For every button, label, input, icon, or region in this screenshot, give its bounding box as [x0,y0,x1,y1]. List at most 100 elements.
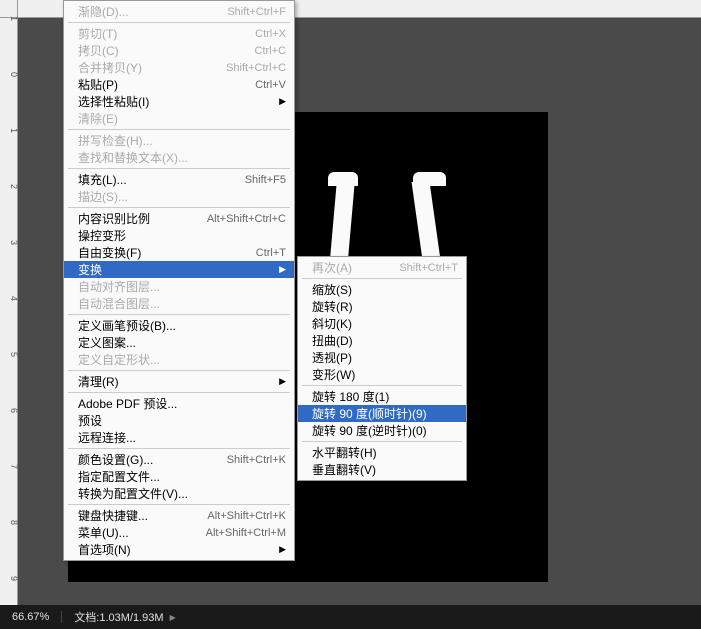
menu-item[interactable]: 垂直翻转(V) [298,461,466,478]
chevron-right-icon: ▶ [279,544,286,555]
menu-item[interactable]: 旋转 90 度(逆时针)(0) [298,422,466,439]
menu-item-label: 变形(W) [312,366,458,383]
menu-item[interactable]: 变形(W) [298,366,466,383]
menu-item-shortcut: Ctrl+T [256,247,286,259]
menu-item-label: 颜色设置(G)... [78,451,207,468]
menu-item[interactable]: 指定配置文件... [64,468,294,485]
zoom-level[interactable]: 66.67% [0,611,62,623]
menu-item-label: 清除(E) [78,110,286,127]
menu-separator [302,385,462,386]
menu-item: 清除(E) [64,110,294,127]
ruler-vertical[interactable]: 10123456789 [0,18,18,605]
ruler-tick: 8 [2,520,19,525]
menu-item-label: 查找和替换文本(X)... [78,149,286,166]
menu-item-label: 首选项(N) [78,541,271,558]
menu-item-label: 菜单(U)... [78,524,186,541]
menu-item-label: 自动混合图层... [78,295,286,312]
menu-item[interactable]: 变换 ▶ [64,261,294,278]
menu-item[interactable]: 自由变换(F) Ctrl+T [64,244,294,261]
menu-item-shortcut: Shift+Ctrl+T [399,262,458,274]
menu-separator [68,22,290,23]
menu-item-label: 渐隐(D)... [78,3,207,20]
menu-item-label: 转换为配置文件(V)... [78,485,286,502]
menu-item[interactable]: 填充(L)...Shift+F5 [64,171,294,188]
menu-item[interactable]: 扭曲(D) [298,332,466,349]
menu-item-label: 旋转 90 度(逆时针)(0) [312,422,458,439]
menu-item[interactable]: 旋转 90 度(顺时针)(9) [298,405,466,422]
menu-item[interactable]: 选择性粘贴(I) ▶ [64,93,294,110]
menu-item[interactable]: 斜切(K) [298,315,466,332]
menu-separator [68,207,290,208]
menu-item-shortcut: Alt+Shift+Ctrl+K [207,510,286,522]
menu-item-label: 填充(L)... [78,171,225,188]
menu-item[interactable]: 内容识别比例Alt+Shift+Ctrl+C [64,210,294,227]
document-size-label: 文档:1.03M/1.93M [74,609,163,625]
menu-item[interactable]: 粘贴(P)Ctrl+V [64,76,294,93]
menu-separator [68,314,290,315]
menu-item-label: 描边(S)... [78,188,286,205]
menu-item[interactable]: 预设 [64,412,294,429]
menu-item[interactable]: 键盘快捷键... Alt+Shift+Ctrl+K [64,507,294,524]
menu-item-label: Adobe PDF 预设... [78,395,286,412]
ruler-tick: 1 [2,128,19,133]
menu-item[interactable]: 颜色设置(G)...Shift+Ctrl+K [64,451,294,468]
menu-item: 定义自定形状... [64,351,294,368]
menu-item-label: 清理(R) [78,373,271,390]
menu-item-label: 自由变换(F) [78,244,236,261]
ruler-tick: 3 [2,240,19,245]
menu-item: 剪切(T) Ctrl+X [64,25,294,42]
menu-item[interactable]: 水平翻转(H) [298,444,466,461]
ruler-tick: 1 [2,16,19,21]
document-size[interactable]: 文档:1.03M/1.93M ▶ [62,609,187,625]
menu-item[interactable]: 首选项(N) ▶ [64,541,294,558]
menu-item[interactable]: 定义画笔预设(B)... [64,317,294,334]
menu-item: 自动混合图层... [64,295,294,312]
ruler-tick: 5 [2,352,19,357]
menu-separator [68,448,290,449]
menu-item-label: 再次(A) [312,259,379,276]
menu-item-label: 剪切(T) [78,25,235,42]
menu-item-label: 变换 [78,261,271,278]
menu-item[interactable]: 转换为配置文件(V)... [64,485,294,502]
menu-item[interactable]: 操控变形 [64,227,294,244]
menu-separator [68,370,290,371]
menu-item-label: 定义自定形状... [78,351,286,368]
menu-separator [68,129,290,130]
menu-item: 渐隐(D)...Shift+Ctrl+F [64,3,294,20]
menu-item-label: 拼写检查(H)... [78,132,286,149]
menu-item[interactable]: 菜单(U)...Alt+Shift+Ctrl+M [64,524,294,541]
menu-item-label: 旋转 90 度(顺时针)(9) [312,405,458,422]
menu-item: 自动对齐图层... [64,278,294,295]
menu-item-label: 选择性粘贴(I) [78,93,271,110]
edit-menu[interactable]: 渐隐(D)...Shift+Ctrl+F剪切(T)Ctrl+X拷贝(C)Ctrl… [63,0,295,561]
menu-item[interactable]: 远程连接... [64,429,294,446]
menu-item-shortcut: Ctrl+X [255,28,286,40]
menu-item[interactable]: 旋转(R) [298,298,466,315]
menu-item-label: 粘贴(P) [78,76,235,93]
menu-item[interactable]: 清理(R) ▶ [64,373,294,390]
menu-item-label: 定义画笔预设(B)... [78,317,286,334]
chevron-right-icon: ▶ [279,376,286,387]
transform-submenu[interactable]: 再次(A) Shift+Ctrl+T 缩放(S)旋转(R)斜切(K)扭曲(D)透视(… [297,256,467,481]
menu-item-label: 旋转(R) [312,298,458,315]
ruler-tick: 2 [2,184,19,189]
chevron-right-icon: ▶ [170,613,176,622]
menu-item: 再次(A) Shift+Ctrl+T [298,259,466,276]
menu-item[interactable]: Adobe PDF 预设... [64,395,294,412]
menu-item[interactable]: 旋转 180 度(1) [298,388,466,405]
menu-item[interactable]: 缩放(S) [298,281,466,298]
menu-separator [302,441,462,442]
menu-item-label: 远程连接... [78,429,286,446]
menu-item-label: 水平翻转(H) [312,444,458,461]
menu-item-label: 指定配置文件... [78,468,286,485]
menu-separator [68,168,290,169]
menu-item-label: 垂直翻转(V) [312,461,458,478]
menu-item[interactable]: 定义图案... [64,334,294,351]
menu-item-shortcut: Shift+Ctrl+C [226,62,286,74]
chevron-right-icon: ▶ [279,264,286,275]
menu-separator [302,278,462,279]
menu-item-label: 键盘快捷键... [78,507,187,524]
menu-item-label: 透视(P) [312,349,458,366]
chevron-right-icon: ▶ [279,96,286,107]
menu-item[interactable]: 透视(P) [298,349,466,366]
